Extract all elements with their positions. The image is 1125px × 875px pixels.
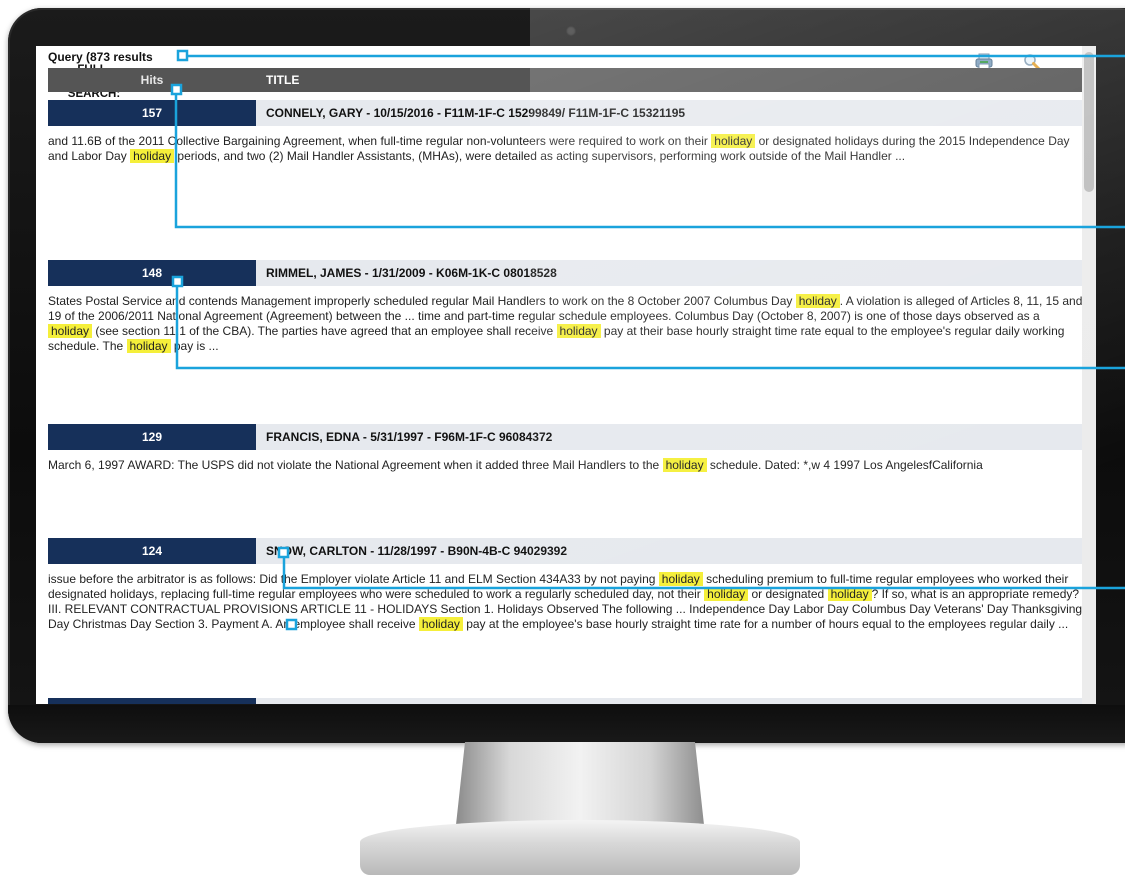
hit-count: 124	[48, 538, 256, 564]
result-title-partial	[256, 698, 1084, 704]
vertical-scrollbar[interactable]	[1082, 46, 1096, 704]
webcam-dot	[566, 26, 576, 36]
keyword-highlight: holiday	[662, 458, 707, 472]
column-header-title[interactable]: TITLE	[266, 73, 299, 87]
keyword-highlight: holiday	[126, 339, 171, 353]
query-summary: Query (873 results	[48, 50, 153, 64]
monitor-chin	[8, 705, 1125, 743]
keyword-highlight: holiday	[795, 294, 840, 308]
keyword-highlight: holiday	[658, 572, 703, 586]
screen: Query (873 results FULL-TEXT SEARCH: hol…	[36, 46, 1096, 704]
monitor-stand-base	[360, 820, 800, 875]
keyword-highlight: holiday	[130, 149, 175, 163]
hit-count: 157	[48, 100, 256, 126]
result-snippet: and 11.6B of the 2011 Collective Bargain…	[48, 134, 1070, 163]
keyword-highlight: holiday	[48, 324, 93, 338]
hit-count-partial	[48, 698, 256, 704]
hit-count: 148	[48, 260, 256, 286]
scrollbar-thumb[interactable]	[1084, 52, 1094, 192]
keyword-highlight: holiday	[704, 587, 749, 601]
table-header: Hits TITLE	[48, 68, 1084, 92]
keyword-highlight: holiday	[556, 324, 601, 338]
keyword-highlight: holiday	[418, 617, 463, 631]
result-snippet: issue before the arbitrator is as follow…	[48, 572, 1083, 631]
result-title-link[interactable]: SNOW, CARLTON - 11/28/1997 - B90N-4B-C 9…	[256, 538, 1084, 564]
result-title-link[interactable]: CONNELY, GARY - 10/15/2016 - F11M-1F-C 1…	[256, 100, 1084, 126]
result-snippet: States Postal Service and contends Manag…	[48, 294, 1083, 353]
keyword-highlight: holiday	[827, 587, 872, 601]
keyword-highlight: holiday	[711, 134, 756, 148]
result-title-link[interactable]: RIMMEL, JAMES - 1/31/2009 - K06M-1K-C 08…	[256, 260, 1084, 286]
result-title-link[interactable]: FRANCIS, EDNA - 5/31/1997 - F96M-1F-C 96…	[256, 424, 1084, 450]
result-snippet: March 6, 1997 AWARD: The USPS did not vi…	[48, 458, 983, 472]
hit-count: 129	[48, 424, 256, 450]
column-header-hits[interactable]: Hits	[48, 73, 256, 87]
